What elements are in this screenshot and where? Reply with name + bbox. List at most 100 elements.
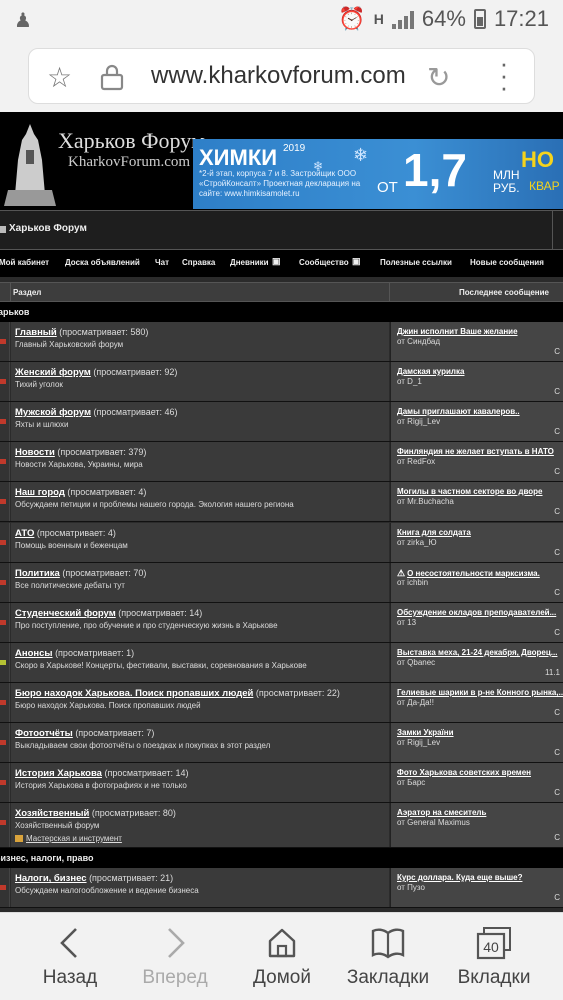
nav-useful-links[interactable]: Полезные ссылки — [380, 258, 452, 267]
last-post-title[interactable]: О несостоятельности марксизма. — [407, 569, 540, 578]
last-post-title[interactable]: Замки України — [397, 728, 454, 737]
ad-details: *2-й этап, корпуса 7 и 8. Застройщик ООО… — [199, 169, 361, 198]
back-button[interactable]: Назад — [15, 913, 125, 1000]
nav-new-posts[interactable]: Новые сообщения — [470, 258, 544, 267]
reload-icon[interactable]: ↻ — [427, 61, 450, 94]
subforum-link[interactable]: Мастерская и инструмент — [15, 834, 122, 843]
last-post-author[interactable]: от D_1 — [397, 377, 422, 386]
forum-row[interactable]: Налоги, бизнес (просматривает: 21) Обсужд… — [0, 868, 563, 908]
forum-row[interactable]: АТО (просматривает: 4) Помощь военным и б… — [0, 523, 563, 563]
bookmark-star-icon[interactable]: ☆ — [47, 61, 72, 94]
subforum-label[interactable]: Мастерская и инструмент — [26, 834, 122, 843]
forum-row[interactable]: Студенческий форум (просматривает: 14) Пр… — [0, 603, 563, 643]
last-post-title[interactable]: Курс доллара. Куда еще выше? — [397, 873, 522, 882]
nav-help[interactable]: Справка — [182, 258, 215, 267]
last-post-title[interactable]: Обсуждение окладов преподавателей... — [397, 608, 556, 617]
dropdown-icon[interactable]: ▣ — [352, 256, 361, 267]
forum-row[interactable]: Мужской форум (просматривает: 46) Яхты и … — [0, 402, 563, 442]
forum-link[interactable]: Наш город — [15, 487, 65, 498]
last-post-title[interactable]: Дамы приглашают кавалеров.. — [397, 407, 520, 416]
forum-link[interactable]: Политика — [15, 568, 60, 579]
category-header[interactable]: Бизнес, налоги, право — [0, 848, 563, 868]
forum-row[interactable]: Анонсы (просматривает: 1) Скоро в Харьков… — [0, 643, 563, 683]
forward-button[interactable]: Вперед — [120, 913, 230, 1000]
forum-row[interactable]: Бюро находок Харькова. Поиск пропавших л… — [0, 683, 563, 723]
dropdown-icon[interactable]: ▣ — [272, 256, 281, 267]
forum-row[interactable]: Хозяйственный (просматривает: 80) Хозяйст… — [0, 803, 563, 848]
overflow-menu-icon[interactable]: · · · — [499, 50, 509, 100]
forum-row[interactable]: Главный (просматривает: 580) Главный Харь… — [0, 322, 563, 362]
last-post-title[interactable]: Дамская курилка — [397, 367, 464, 376]
last-post-author[interactable]: от Да-Да!! — [397, 698, 434, 707]
last-post-author[interactable]: от ichbin — [397, 578, 428, 587]
column-section: Раздел — [13, 288, 42, 297]
last-post-title[interactable]: Выставка меха, 21-24 декабря, Дворец... — [397, 648, 557, 657]
nav-my-cabinet[interactable]: Мой кабинет — [0, 258, 49, 267]
forum-link[interactable]: Анонсы — [15, 648, 53, 659]
last-post-title[interactable]: Аэратор на смеситель — [397, 808, 486, 817]
last-post: Джин исполнит Ваше желание от Синдбад С — [390, 322, 563, 361]
site-logo[interactable]: Харьков Форум KharkovForum.com — [0, 120, 205, 208]
forum-row[interactable]: Политика (просматривает: 70) Все политиче… — [0, 563, 563, 603]
forward-arrow-icon — [120, 925, 230, 961]
nav-classifieds[interactable]: Доска объявлений — [65, 258, 140, 267]
last-post-author[interactable]: от Rigij_Lev — [397, 417, 440, 426]
forum-row[interactable]: Женский форум (просматривает: 92) Тихий у… — [0, 362, 563, 402]
forum-title[interactable]: Харьков Форум — [9, 223, 87, 234]
category-header[interactable]: Харьков — [0, 302, 563, 322]
last-post-author[interactable]: от zirka_Ю — [397, 538, 437, 547]
home-button[interactable]: Домой — [227, 913, 337, 1000]
forum-description: Скоро в Харькове! Концерты, фестивали, в… — [15, 661, 307, 670]
forum-link[interactable]: История Харькова — [15, 768, 102, 779]
last-post-title[interactable]: Могилы в частном секторе во дворе — [397, 487, 543, 496]
last-post-author[interactable]: от Mr.Buchacha — [397, 497, 454, 506]
last-post-title[interactable]: Джин исполнит Ваше желание — [397, 327, 518, 336]
forum-link[interactable]: АТО — [15, 528, 34, 539]
forum-row[interactable]: Фотоотчёты (просматривает: 7) Выкладываем… — [0, 723, 563, 763]
forum-viewers: (просматривает: 92) — [93, 367, 178, 377]
forum-row[interactable]: Новости (просматривает: 379) Новости Харь… — [0, 442, 563, 482]
last-post-author[interactable]: от 13 — [397, 618, 416, 627]
forum-row[interactable]: История Харькова (просматривает: 14) Исто… — [0, 763, 563, 803]
forum-status-icon — [0, 868, 10, 907]
last-post-title[interactable]: Книга для солдата — [397, 528, 471, 537]
web-page: Харьков Форум KharkovForum.com ❄ ❄ ХИМКИ… — [0, 112, 563, 912]
bookmarks-button[interactable]: Закладки — [333, 913, 443, 1000]
nav-diaries[interactable]: Дневники — [230, 258, 269, 267]
forum-link[interactable]: Хозяйственный — [15, 808, 89, 819]
login-panel-edge — [552, 211, 563, 251]
last-post-author[interactable]: от Пузо — [397, 883, 425, 892]
forum-link[interactable]: Мужской форум — [15, 407, 91, 418]
forum-row[interactable]: Наш город (просматривает: 4) Обсуждаем пе… — [0, 482, 563, 522]
last-post-author[interactable]: от Qbanec — [397, 658, 435, 667]
forum-link[interactable]: Фотоотчёты — [15, 728, 73, 739]
tabs-button[interactable]: 40 Вкладки — [439, 913, 549, 1000]
last-post-author[interactable]: от Синдбад — [397, 337, 440, 346]
advertisement-banner[interactable]: ❄ ❄ ХИМКИ 2019 *2-й этап, корпуса 7 и 8.… — [193, 139, 563, 209]
lock-icon[interactable] — [99, 63, 125, 96]
forum-link[interactable]: Главный — [15, 327, 57, 338]
forum-link[interactable]: Налоги, бизнес — [15, 873, 87, 884]
last-post-title[interactable]: Финляндия не желает вступать в НАТО — [397, 447, 554, 456]
last-post-title[interactable]: Гелиевые шарики в р-не Конного рынка,... — [397, 688, 563, 697]
url-text[interactable]: www.kharkovforum.com — [151, 62, 406, 90]
forum-link[interactable]: Студенческий форум — [15, 608, 116, 619]
last-post-title[interactable]: Фото Харькова советских времен — [397, 768, 531, 777]
forum-link[interactable]: Новости — [15, 447, 55, 458]
forum-info: АТО (просматривает: 4) Помощь военным и б… — [11, 523, 389, 562]
last-post-author[interactable]: от Барс — [397, 778, 425, 787]
forum-link[interactable]: Женский форум — [15, 367, 91, 378]
address-bar[interactable]: ☆ www.kharkovforum.com ↻ · · · — [28, 48, 535, 104]
forum-info: Бюро находок Харькова. Поиск пропавших л… — [11, 683, 389, 722]
category-title[interactable]: Бизнес, налоги, право — [0, 853, 93, 863]
forum-description: Обсуждаем петиции и проблемы нашего горо… — [15, 500, 294, 509]
last-post-author[interactable]: от General Maximus — [397, 818, 470, 827]
category-title[interactable]: Харьков — [0, 307, 29, 317]
last-post-author[interactable]: от Rigij_Lev — [397, 738, 440, 747]
last-post: Книга для солдата от zirka_Ю С — [390, 523, 563, 562]
nav-community[interactable]: Сообщество — [299, 258, 349, 267]
forum-link[interactable]: Бюро находок Харькова. Поиск пропавших л… — [15, 688, 253, 699]
forum-description: Обсуждаем налогообложение и ведение бизн… — [15, 886, 199, 895]
last-post-author[interactable]: от RedFox — [397, 457, 435, 466]
nav-chat[interactable]: Чат — [155, 258, 169, 267]
